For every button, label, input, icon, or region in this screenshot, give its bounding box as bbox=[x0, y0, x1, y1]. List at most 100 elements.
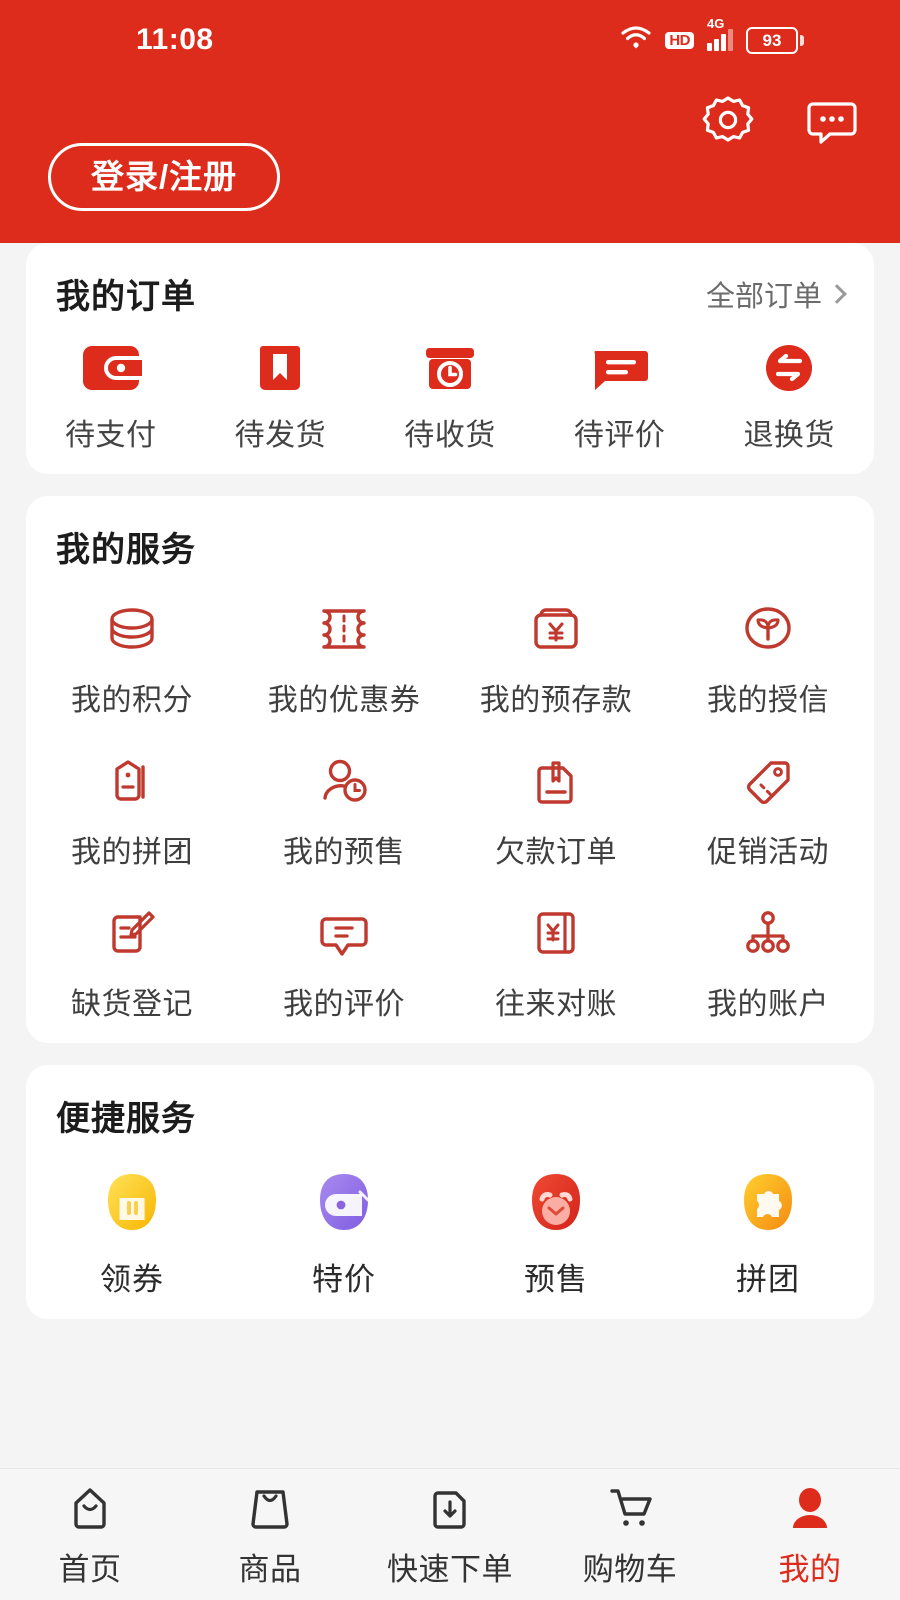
services-title: 我的服务 bbox=[56, 531, 196, 569]
document-pen-icon bbox=[524, 749, 588, 813]
all-orders-label: 全部订单 bbox=[705, 280, 822, 313]
service-item-my-review[interactable]: 我的评价 bbox=[238, 901, 450, 1023]
comment-icon bbox=[587, 340, 653, 396]
orders-grid: 待支付 待发货 待收货 待评价 退换货 bbox=[26, 340, 874, 454]
service-item-label: 我的预售 bbox=[283, 836, 405, 869]
order-item-pending-receipt[interactable]: 待收货 bbox=[365, 340, 535, 454]
chevron-right-icon bbox=[827, 283, 847, 304]
service-item-debt-order[interactable]: 欠款订单 bbox=[450, 749, 662, 871]
convenient-item-special-price[interactable]: 特价 bbox=[238, 1168, 450, 1299]
sprout-circle-icon bbox=[736, 597, 800, 661]
battery-icon: 93 bbox=[746, 26, 804, 54]
gear-icon[interactable] bbox=[700, 92, 756, 148]
network-label: 4G bbox=[707, 16, 725, 31]
cart-icon bbox=[601, 1481, 659, 1535]
tab-home[interactable]: 首页 bbox=[0, 1481, 180, 1589]
service-item-label: 我的积分 bbox=[71, 684, 193, 717]
convenient-grid: 领券 特价 预售 拼团 bbox=[26, 1168, 874, 1299]
service-item-points[interactable]: 我的积分 bbox=[26, 597, 238, 719]
service-item-deposit[interactable]: 我的预存款 bbox=[450, 597, 662, 719]
order-item-label: 待评价 bbox=[573, 419, 666, 452]
service-item-label: 我的授信 bbox=[707, 684, 829, 717]
page-title: 我的订单 bbox=[56, 278, 196, 316]
order-item-label: 待发货 bbox=[234, 419, 327, 452]
convenient-item-label: 拼团 bbox=[736, 1262, 800, 1297]
service-item-promotion[interactable]: 促销活动 bbox=[662, 749, 874, 871]
services-grid: 我的积分 我的优惠券 我的预存款 我的授信 我的拼团 我的预售 欠款订单 促销活… bbox=[26, 597, 874, 1023]
convenient-item-group-buy[interactable]: 拼团 bbox=[662, 1168, 874, 1299]
return-swap-icon bbox=[756, 340, 822, 396]
quick-order-icon bbox=[421, 1481, 479, 1535]
order-item-return-exchange[interactable]: 退换货 bbox=[704, 340, 874, 454]
all-orders-link[interactable]: 全部订单 bbox=[705, 273, 847, 315]
service-item-my-account[interactable]: 我的账户 bbox=[662, 901, 874, 1023]
tab-label: 商品 bbox=[238, 1551, 302, 1587]
order-item-pending-payment[interactable]: 待支付 bbox=[26, 340, 196, 454]
alarm-blob-icon bbox=[522, 1168, 590, 1240]
service-item-group-buy[interactable]: 我的拼团 bbox=[26, 749, 238, 871]
service-item-label: 缺货登记 bbox=[71, 988, 193, 1021]
coins-stack-icon bbox=[100, 597, 164, 661]
tab-products[interactable]: 商品 bbox=[180, 1481, 360, 1589]
my-services-card: 我的服务 我的积分 我的优惠券 我的预存款 我的授信 我的拼团 我的预售 欠款订… bbox=[26, 496, 874, 1043]
signal-icon: 4G bbox=[707, 17, 733, 51]
header-actions bbox=[700, 92, 860, 148]
coupon-blob-icon bbox=[98, 1168, 166, 1240]
service-item-label: 欠款订单 bbox=[495, 836, 617, 869]
service-item-coupon[interactable]: 我的优惠券 bbox=[238, 597, 450, 719]
convenient-services-header: 便捷服务 bbox=[26, 1091, 874, 1140]
tab-label: 快速下单 bbox=[387, 1551, 513, 1587]
convenient-item-presale[interactable]: 预售 bbox=[450, 1168, 662, 1299]
convenient-item-label: 特价 bbox=[312, 1262, 376, 1297]
login-register-button[interactable]: 登录/注册 bbox=[48, 143, 281, 212]
convenient-item-coupon[interactable]: 领券 bbox=[26, 1168, 238, 1299]
status-icons: HD 4G 93 bbox=[620, 17, 804, 56]
service-item-label: 我的评价 bbox=[283, 988, 405, 1021]
ledger-yen-icon bbox=[524, 901, 588, 965]
service-item-label: 我的优惠券 bbox=[267, 684, 421, 717]
battery-percent: 93 bbox=[762, 30, 782, 50]
order-item-label: 退换货 bbox=[743, 419, 835, 452]
home-icon bbox=[61, 1481, 119, 1535]
org-tree-icon bbox=[736, 901, 800, 965]
service-item-presale[interactable]: 我的预售 bbox=[238, 749, 450, 871]
note-edit-icon bbox=[100, 901, 164, 965]
tab-label: 我的 bbox=[778, 1551, 842, 1587]
my-orders-card: 我的订单 全部订单 待支付 待发货 待收货 待评价 退换货 bbox=[26, 243, 874, 474]
service-item-label: 我的拼团 bbox=[71, 836, 193, 869]
order-item-pending-shipment[interactable]: 待发货 bbox=[196, 340, 366, 454]
person-clock-icon bbox=[312, 749, 376, 813]
ticket-icon bbox=[312, 597, 376, 661]
package-bookmark-icon bbox=[247, 340, 313, 396]
tab-mine[interactable]: 我的 bbox=[720, 1481, 900, 1589]
service-item-credit[interactable]: 我的授信 bbox=[662, 597, 874, 719]
service-item-stockout-register[interactable]: 缺货登记 bbox=[26, 901, 238, 1023]
tab-label: 购物车 bbox=[582, 1551, 678, 1587]
wallet-icon bbox=[78, 340, 146, 396]
convenient-item-label: 预售 bbox=[524, 1262, 588, 1297]
order-item-pending-review[interactable]: 待评价 bbox=[535, 340, 705, 454]
convenient-services-card: 便捷服务 领券 特价 预售 拼团 bbox=[26, 1065, 874, 1319]
my-services-header: 我的服务 bbox=[26, 522, 874, 571]
user-icon bbox=[781, 1481, 839, 1535]
hd-badge: HD bbox=[665, 31, 694, 49]
box-clock-icon bbox=[417, 340, 483, 396]
service-item-reconciliation[interactable]: 往来对账 bbox=[450, 901, 662, 1023]
order-item-label: 待支付 bbox=[65, 419, 157, 452]
status-bar: 11:08 HD 4G 93 bbox=[0, 0, 900, 80]
service-item-label: 我的预存款 bbox=[479, 684, 633, 717]
tab-cart[interactable]: 购物车 bbox=[540, 1481, 720, 1589]
service-item-label: 我的账户 bbox=[707, 988, 829, 1021]
price-tag-icon bbox=[736, 749, 800, 813]
chat-bubble-icon[interactable] bbox=[804, 92, 860, 148]
tag-blob-icon bbox=[310, 1168, 378, 1240]
tab-quick-order[interactable]: 快速下单 bbox=[360, 1481, 540, 1589]
shopping-bag-icon bbox=[241, 1481, 299, 1535]
app-header: 11:08 HD 4G 93 登录/注册 bbox=[0, 0, 900, 243]
money-box-yen-icon bbox=[524, 597, 588, 661]
bottom-tab-bar: 首页 商品 快速下单 购物车 我的 bbox=[0, 1468, 900, 1600]
puzzle-blob-icon bbox=[734, 1168, 802, 1240]
wifi-icon bbox=[620, 25, 652, 56]
my-orders-header: 我的订单 全部订单 bbox=[26, 269, 874, 318]
group-tag-icon bbox=[100, 749, 164, 813]
